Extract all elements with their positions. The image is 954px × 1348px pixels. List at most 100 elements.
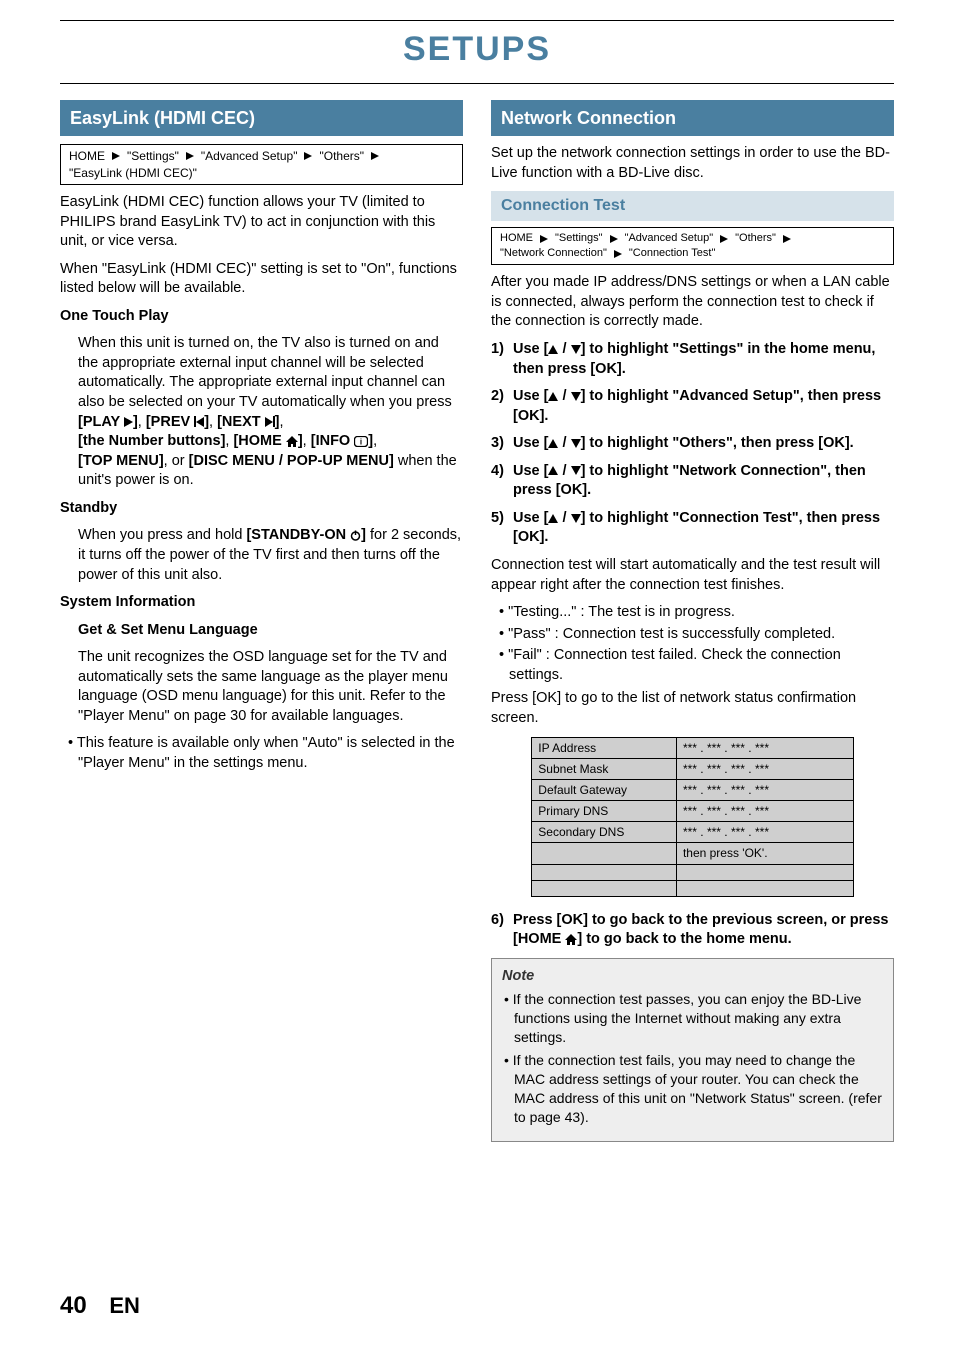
- text: [NEXT: [217, 414, 265, 430]
- page-lang: EN: [109, 1293, 140, 1318]
- cell-val: [676, 864, 853, 880]
- path-item: "Others": [317, 149, 366, 163]
- home-icon: [286, 433, 298, 449]
- paragraph: When this unit is turned on, the TV also…: [78, 334, 463, 491]
- table-row: Subnet Mask*** . *** . *** . ***: [532, 758, 853, 779]
- cell-val: [676, 880, 853, 896]
- arrow-right-icon: [112, 152, 120, 160]
- path-item: "Advanced Setup": [623, 232, 716, 245]
- two-column-layout: EasyLink (HDMI CEC) HOME "Settings" "Adv…: [60, 98, 894, 1142]
- page-footer: 40 EN: [60, 1290, 140, 1322]
- paragraph: EasyLink (HDMI CEC) function allows your…: [60, 193, 463, 252]
- note-list: If the connection test passes, you can e…: [502, 990, 883, 1126]
- arrow-right-icon: [614, 250, 622, 258]
- button-ref-topmenu: [TOP MENU]: [78, 453, 164, 469]
- network-status-table: IP Address*** . *** . *** . *** Subnet M…: [531, 737, 853, 897]
- cell-key: Primary DNS: [532, 801, 677, 822]
- up-icon: [548, 514, 558, 523]
- down-icon: [571, 466, 581, 475]
- arrow-right-icon: [720, 235, 728, 243]
- button-ref-play: [PLAY ]: [78, 414, 138, 430]
- cell-key: Default Gateway: [532, 779, 677, 800]
- arrow-right-icon: [304, 152, 312, 160]
- paragraph: Set up the network connection settings i…: [491, 144, 894, 183]
- cell-key: IP Address: [532, 737, 677, 758]
- path-item: "Others": [733, 232, 778, 245]
- page-number: 40: [60, 1292, 87, 1319]
- paragraph: The unit recognizes the OSD language set…: [78, 648, 463, 726]
- right-column: Network Connection Set up the network co…: [491, 98, 894, 1142]
- list-item: If the connection test passes, you can e…: [514, 990, 883, 1047]
- cell-key: [532, 864, 677, 880]
- text: [PREV: [146, 414, 194, 430]
- button-ref-prev: [PREV ]: [146, 414, 209, 430]
- button-ref-info: [INFO i]: [311, 433, 373, 449]
- note-title: Note: [502, 967, 883, 987]
- text: When this unit is turned on, the TV also…: [78, 335, 452, 410]
- text: ]: [361, 527, 366, 543]
- cell-key: Secondary DNS: [532, 822, 677, 843]
- bullet-list: This feature is available only when "Aut…: [60, 734, 463, 773]
- path-home: HOME: [498, 232, 535, 245]
- step-list-2: 6)Press [OK] to go back to the previous …: [491, 911, 894, 950]
- section-network: Network Connection: [491, 100, 894, 136]
- down-icon: [571, 392, 581, 401]
- heading-standby: Standby: [60, 499, 463, 519]
- path-item: "Network Connection": [498, 247, 609, 260]
- page-title: SETUPS: [60, 27, 894, 73]
- info-icon: i: [354, 433, 368, 449]
- prev-icon: [194, 416, 204, 427]
- step-4: 4)Use [ / ] to highlight "Network Connec…: [491, 462, 894, 501]
- cell-val: *** . *** . *** . ***: [676, 779, 853, 800]
- button-ref-next: [NEXT ]: [217, 414, 279, 430]
- down-icon: [571, 514, 581, 523]
- arrow-right-icon: [540, 235, 548, 243]
- note-box: Note If the connection test passes, you …: [491, 958, 894, 1142]
- breadcrumb-network: HOME "Settings" "Advanced Setup" "Others…: [491, 227, 894, 265]
- manual-page: SETUPS EasyLink (HDMI CEC) HOME "Setting…: [0, 0, 954, 1348]
- table-row: IP Address*** . *** . *** . ***: [532, 737, 853, 758]
- step-text: Use [ / ] to highlight "Network Connecti…: [513, 463, 866, 499]
- play-icon: [124, 417, 133, 427]
- up-icon: [548, 466, 558, 475]
- cell-val: *** . *** . *** . ***: [676, 758, 853, 779]
- subheading-connection-test: Connection Test: [491, 191, 894, 221]
- step-text: Use [ / ] to highlight "Connection Test"…: [513, 510, 880, 546]
- cell-val: *** . *** . *** . ***: [676, 822, 853, 843]
- text: ]: [298, 433, 303, 449]
- cell-val: *** . *** . *** . ***: [676, 737, 853, 758]
- next-icon: [265, 416, 275, 427]
- breadcrumb-easylink: HOME "Settings" "Advanced Setup" "Others…: [60, 144, 463, 185]
- text: ]: [275, 414, 280, 430]
- paragraph: Press [OK] to go to the list of network …: [491, 689, 894, 728]
- arrow-right-icon: [371, 152, 379, 160]
- text: Press [OK] to go to the list of network …: [491, 690, 856, 726]
- cell-key: Subnet Mask: [532, 758, 677, 779]
- up-icon: [548, 439, 558, 448]
- cell-key: [532, 880, 677, 896]
- button-ref-discmenu: [DISC MENU / POP-UP MENU]: [189, 453, 394, 469]
- text: [INFO: [311, 433, 355, 449]
- table-row: [532, 864, 853, 880]
- text: ]: [368, 433, 373, 449]
- arrow-right-icon: [783, 235, 791, 243]
- text: [PLAY: [78, 414, 124, 430]
- arrow-right-icon: [186, 152, 194, 160]
- paragraph: After you made IP address/DNS settings o…: [491, 273, 894, 332]
- text: ]: [204, 414, 209, 430]
- left-column: EasyLink (HDMI CEC) HOME "Settings" "Adv…: [60, 98, 463, 1142]
- step-1: 1)Use [ / ] to highlight "Settings" in t…: [491, 340, 894, 379]
- table-row: Secondary DNS*** . *** . *** . ***: [532, 822, 853, 843]
- down-icon: [571, 345, 581, 354]
- step-text: Press [OK] to go back to the previous sc…: [513, 912, 889, 948]
- text: [HOME: [233, 433, 285, 449]
- down-icon: [571, 439, 581, 448]
- step-list: 1)Use [ / ] to highlight "Settings" in t…: [491, 340, 894, 548]
- heading-getset: Get & Set Menu Language: [78, 621, 463, 641]
- section-easylink: EasyLink (HDMI CEC): [60, 100, 463, 136]
- path-item: "Settings": [125, 149, 181, 163]
- list-item: "Fail" : Connection test failed. Check t…: [509, 646, 894, 685]
- list-item: "Pass" : Connection test is successfully…: [509, 625, 894, 645]
- button-ref-standby: [STANDBY-ON ]: [246, 527, 366, 543]
- text: When you press and hold: [78, 527, 246, 543]
